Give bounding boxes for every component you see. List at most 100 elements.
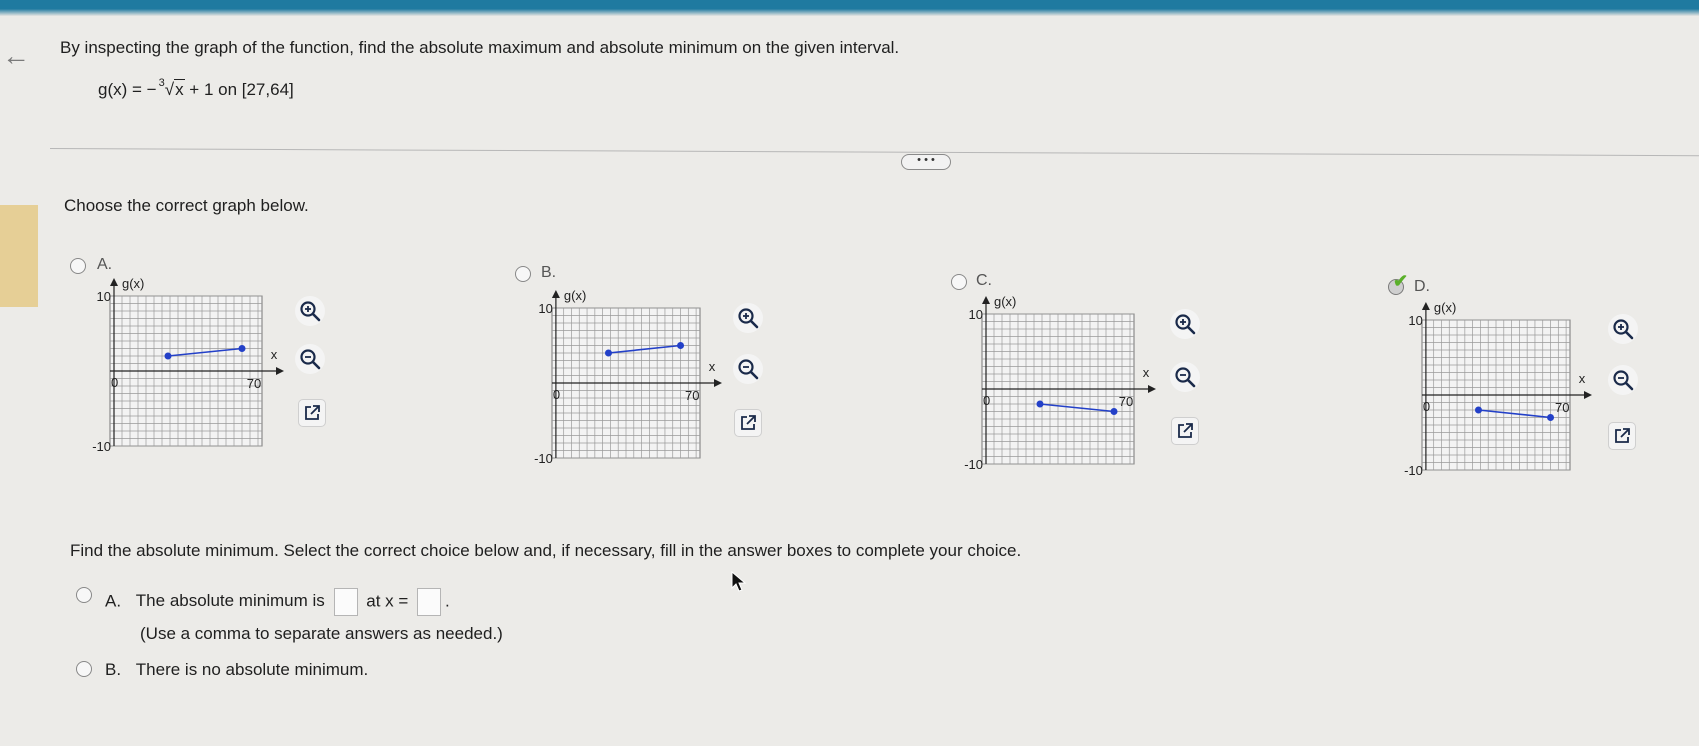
y-max-tick-label: 10 (969, 307, 983, 322)
magnifier-handle (1186, 378, 1196, 388)
magnifier-handle (311, 312, 321, 322)
back-arrow-icon[interactable]: ← (2, 40, 30, 72)
segment-endpoint (1474, 406, 1482, 414)
y-axis-arrow (982, 296, 990, 304)
graph-option-c-radio[interactable] (951, 274, 967, 290)
graph-a: g(x) 10 -10 0 70 x (92, 276, 284, 454)
answer-b-radio[interactable] (76, 661, 92, 677)
choose-prompt: Choose the correct graph below. (64, 196, 309, 215)
graph-d: g(x) 10 -10 0 70 x (1404, 300, 1592, 478)
answer-a-text-before: The absolute minimum is (135, 591, 325, 611)
zoom-in-icon[interactable] (1608, 314, 1638, 344)
y-min-tick-label: -10 (964, 457, 983, 472)
root-index: 3 (158, 77, 165, 89)
zoom-in-icon[interactable] (295, 296, 325, 326)
y-axis-arrow (110, 278, 118, 286)
x-max-tick-label: 70 (1555, 400, 1569, 415)
function-lhs: g(x) = − (98, 80, 157, 99)
magnifier-handle (1186, 325, 1196, 335)
link-arrow (310, 405, 320, 415)
y-axis-arrow (1421, 302, 1430, 310)
x-max-tick-label: 70 (1119, 394, 1133, 409)
zoom-out-icon[interactable] (295, 344, 325, 374)
open-external-icon[interactable] (298, 399, 326, 427)
segment-endpoint (1547, 414, 1555, 421)
open-external-icon[interactable] (1608, 422, 1636, 450)
link-arrow (1620, 428, 1630, 438)
graph-option-a-radio[interactable] (70, 258, 86, 274)
y-axis-arrow (551, 290, 560, 298)
x-axis-label: x (1143, 365, 1150, 380)
x-axis-label: x (271, 347, 278, 362)
zoom-out-icon[interactable] (1608, 365, 1638, 395)
radicand: x (174, 79, 185, 99)
answer-a-row: A. The absolute minimum is at x = . (105, 588, 450, 616)
zoom-out-icon[interactable] (1170, 362, 1200, 392)
segment-endpoint (164, 352, 172, 360)
answer-a-letter: A. (105, 591, 122, 611)
answer-b-letter: B. (105, 660, 122, 679)
correct-check-icon: ✔ (1393, 271, 1409, 291)
answer-a-text-middle: at x = (366, 591, 409, 611)
magnifier-handle (749, 370, 759, 380)
link-arrow (746, 415, 756, 425)
graph-b: g(x) 10 -10 0 70 x (534, 288, 722, 466)
left-side-strip (0, 205, 38, 307)
function-rhs: + 1 on [27,64] (189, 80, 294, 99)
magnifier-handle (1624, 330, 1634, 340)
link-arrow (1183, 423, 1193, 433)
y-axis-label: g(x) (994, 294, 1016, 309)
min-x-input[interactable] (417, 588, 442, 616)
y-axis-label: g(x) (1434, 300, 1456, 315)
x-axis-arrow (276, 367, 284, 375)
graph-option-c-label: C. (976, 272, 992, 289)
y-min-tick-label: -10 (534, 451, 553, 466)
section-divider (49, 148, 1699, 157)
y-max-tick-label: 10 (1408, 313, 1422, 328)
zoom-in-icon[interactable] (1170, 309, 1200, 339)
x-axis-arrow (1148, 385, 1156, 393)
y-min-tick-label: -10 (92, 439, 111, 454)
graph-c: g(x) 10 -10 0 70 x (964, 294, 1156, 472)
answer-b-text: There is no absolute minimum. (135, 660, 369, 679)
x-axis-arrow (1584, 391, 1592, 399)
origin-tick-label: 0 (983, 393, 990, 408)
graph-option-d-label: D. (1414, 278, 1430, 295)
x-axis-label: x (1579, 371, 1586, 386)
answer-a-text-end: . (445, 591, 450, 611)
magnifier-handle (1624, 381, 1634, 391)
min-value-input[interactable] (333, 588, 358, 616)
open-external-icon[interactable] (734, 409, 762, 437)
answer-b-row: B. There is no absolute minimum. (105, 660, 368, 680)
y-min-tick-label: -10 (1404, 463, 1423, 478)
graph-option-b-radio[interactable] (515, 266, 531, 282)
origin-tick-label: 0 (1423, 399, 1430, 414)
origin-tick-label: 0 (553, 387, 560, 402)
answer-hint: (Use a comma to separate answers as need… (140, 624, 503, 643)
answer-a-radio[interactable] (76, 587, 92, 603)
y-axis-label: g(x) (564, 288, 586, 303)
segment-endpoint (677, 342, 685, 349)
top-bar (0, 0, 1699, 16)
y-axis-label: g(x) (122, 276, 144, 291)
zoom-in-icon[interactable] (733, 303, 763, 333)
graph-option-a-label: A. (97, 256, 113, 273)
segment-endpoint (1036, 400, 1044, 408)
segment-endpoint (604, 349, 612, 357)
x-axis-label: x (709, 359, 716, 374)
graph-option-b-label: B. (541, 264, 557, 281)
x-axis-arrow (714, 379, 722, 387)
more-button[interactable]: • • • (901, 154, 951, 170)
magnifier-handle (749, 319, 759, 329)
magnifier-handle (311, 360, 321, 370)
open-external-icon[interactable] (1171, 417, 1199, 445)
segment-endpoint (1110, 408, 1118, 415)
absolute-minimum-prompt: Find the absolute minimum. Select the co… (70, 541, 1022, 560)
function-expression: g(x) = −3√x + 1 on [27,64] (98, 77, 294, 100)
zoom-out-icon[interactable] (733, 354, 763, 384)
question-prompt: By inspecting the graph of the function,… (60, 38, 900, 57)
x-max-tick-label: 70 (685, 388, 699, 403)
y-max-tick-label: 10 (538, 301, 552, 316)
mouse-cursor-icon (731, 571, 747, 592)
y-max-tick-label: 10 (97, 289, 111, 304)
